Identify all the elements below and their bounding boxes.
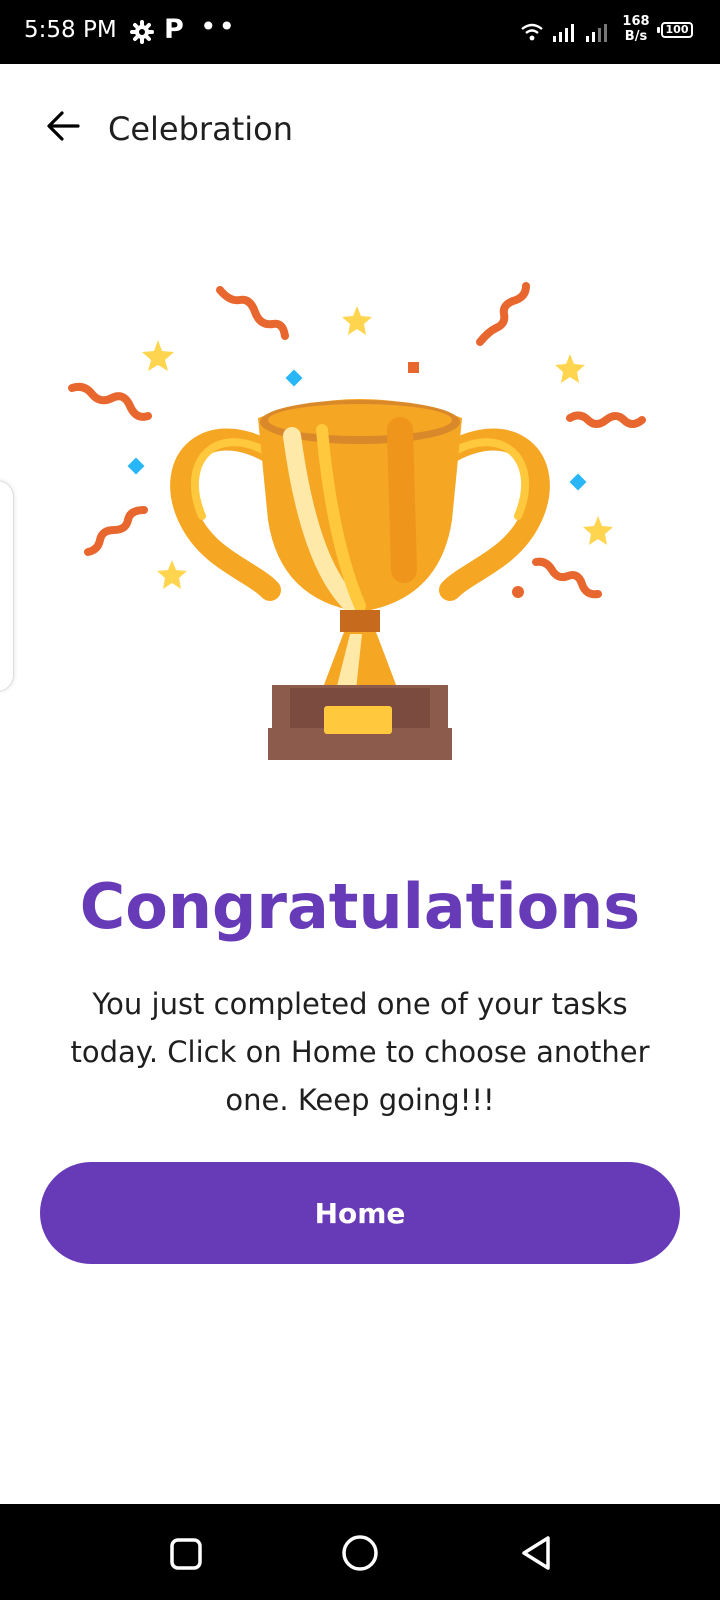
network-speed-value: 168 (622, 14, 650, 29)
app-bar: Celebration (0, 64, 720, 194)
network-speed: 168 B/s (619, 14, 653, 44)
recent-apps-button[interactable] (168, 1536, 204, 1576)
congratulations-heading: Congratulations (79, 870, 641, 943)
signal-secondary-icon (586, 22, 614, 46)
back-button[interactable] (42, 104, 86, 148)
arrow-left-icon (47, 111, 80, 141)
page-title: Celebration (108, 110, 293, 148)
wifi-icon (520, 22, 544, 46)
trophy-icon (68, 282, 646, 760)
back-nav-button[interactable] (518, 1534, 554, 1576)
more-notifications-icon: •• (200, 10, 238, 43)
gear-icon (130, 20, 154, 48)
signal-icon (553, 22, 581, 46)
home-nav-button[interactable] (341, 1534, 379, 1576)
completion-message: You just completed one of your tasks tod… (70, 987, 650, 1117)
side-drawer-handle[interactable] (0, 480, 14, 692)
status-time: 5:58 PM (24, 17, 117, 43)
triangle-back-icon (522, 1536, 550, 1570)
network-speed-unit: B/s (624, 29, 648, 44)
home-button[interactable]: Home (40, 1162, 680, 1264)
battery-icon: 100 (657, 22, 693, 38)
navigation-bar (0, 1504, 720, 1600)
status-bar: 5:58 PM P •• 168 B/s 100 (0, 0, 720, 64)
square-icon (170, 1538, 202, 1570)
app-notification-icon: P (164, 14, 184, 45)
circle-icon (342, 1535, 378, 1571)
